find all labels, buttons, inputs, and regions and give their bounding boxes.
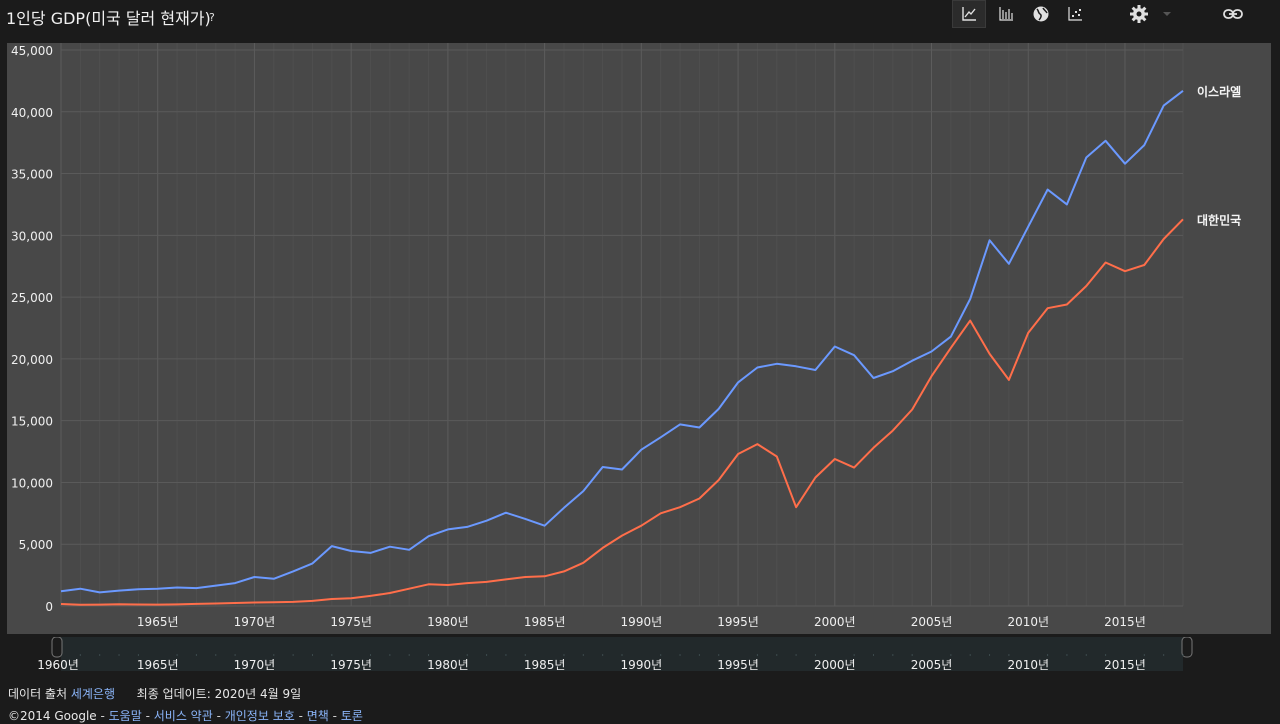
x-tick-label: 1980년 [427, 615, 469, 629]
x-tick-label: 1975년 [330, 615, 372, 629]
timeline-label: 1965년 [137, 658, 179, 672]
x-tick-label: 2000년 [814, 615, 856, 629]
y-tick-label: 40,000 [11, 106, 53, 120]
copyright: ©2014 Google [8, 709, 97, 723]
source-link[interactable]: 세계은행 [71, 687, 115, 701]
y-tick-label: 10,000 [11, 476, 53, 490]
y-tick-label: 35,000 [11, 168, 53, 182]
discussion-link[interactable]: 토론 [341, 709, 363, 723]
chart-title: 1인당 GDP(미국 달러 현재가) [6, 9, 211, 28]
link-icon[interactable] [1216, 0, 1250, 28]
x-tick-label: 1995년 [717, 615, 759, 629]
help-link[interactable]: 도움말 [109, 709, 142, 723]
chevron-down-icon[interactable] [1152, 0, 1182, 28]
y-tick-label: 25,000 [11, 291, 53, 305]
x-tick-label: 1985년 [524, 615, 566, 629]
source-label: 데이터 출처 [8, 687, 68, 701]
y-tick-label: 45,000 [11, 44, 53, 58]
privacy-link[interactable]: 개인정보 보호 [225, 709, 295, 723]
line-chart-icon[interactable] [952, 0, 986, 28]
bar-chart-icon[interactable] [989, 0, 1023, 28]
timeline-label: 2005년 [911, 658, 953, 672]
timeline-label: 1995년 [717, 658, 759, 672]
last-updated: 최종 업데이트: 2020년 4월 9일 [136, 687, 302, 701]
timeline-label: 1980년 [427, 658, 469, 672]
timeline-scrubber[interactable]: 1960년 1965년 1970년 1975년 1980년 1985년 1990년 1995년… [0, 636, 1280, 675]
x-tick-label: 2015년 [1104, 615, 1146, 629]
timeline-label: 1990년 [621, 658, 663, 672]
x-tick-label: 1965년 [137, 615, 179, 629]
timeline-label: 1960년 [37, 658, 79, 672]
x-tick-label: 1970년 [234, 615, 276, 629]
timeline-label: 2015년 [1104, 658, 1146, 672]
y-tick-label: 5,000 [19, 538, 53, 552]
timeline-label: 1975년 [330, 658, 372, 672]
timeline-label: 2000년 [814, 658, 856, 672]
timeline-handle-left [51, 636, 63, 658]
y-tick-label: 20,000 [11, 353, 53, 367]
series-label: 이스라엘 [1197, 84, 1241, 99]
timeline-label: 1970년 [234, 658, 276, 672]
x-tick-label: 2010년 [1007, 615, 1049, 629]
data-source-line: 데이터 출처 세계은행 최종 업데이트: 2020년 4월 9일 [8, 685, 301, 702]
y-tick-label: 15,000 [11, 415, 53, 429]
gear-icon[interactable] [1122, 0, 1156, 28]
globe-map-icon[interactable] [1024, 0, 1058, 28]
timeline-label: 2010년 [1007, 658, 1049, 672]
x-tick-label: 1990년 [621, 615, 663, 629]
line-chart[interactable]: 0 5,000 10,000 15,000 20,000 25,000 30,000 35,0… [0, 40, 1280, 640]
x-tick-label: 2005년 [911, 615, 953, 629]
footer-links: ©2014 Google - 도움말 - 서비스 약관 - 개인정보 보호 - … [8, 709, 363, 723]
help-icon[interactable]: ? [209, 11, 215, 24]
terms-link[interactable]: 서비스 약관 [154, 709, 213, 723]
top-bar: 1인당 GDP(미국 달러 현재가) ? [0, 0, 1280, 40]
chart-area: 0 5,000 10,000 15,000 20,000 25,000 30,000 35,0… [0, 40, 1280, 640]
y-tick-label: 30,000 [11, 229, 53, 243]
y-tick-label: 0 [45, 600, 53, 614]
series-label: 대한민국 [1197, 212, 1241, 227]
timeline-label: 1985년 [524, 658, 566, 672]
disclaimer-link[interactable]: 면책 [307, 709, 329, 723]
scatter-chart-icon[interactable] [1058, 0, 1092, 28]
